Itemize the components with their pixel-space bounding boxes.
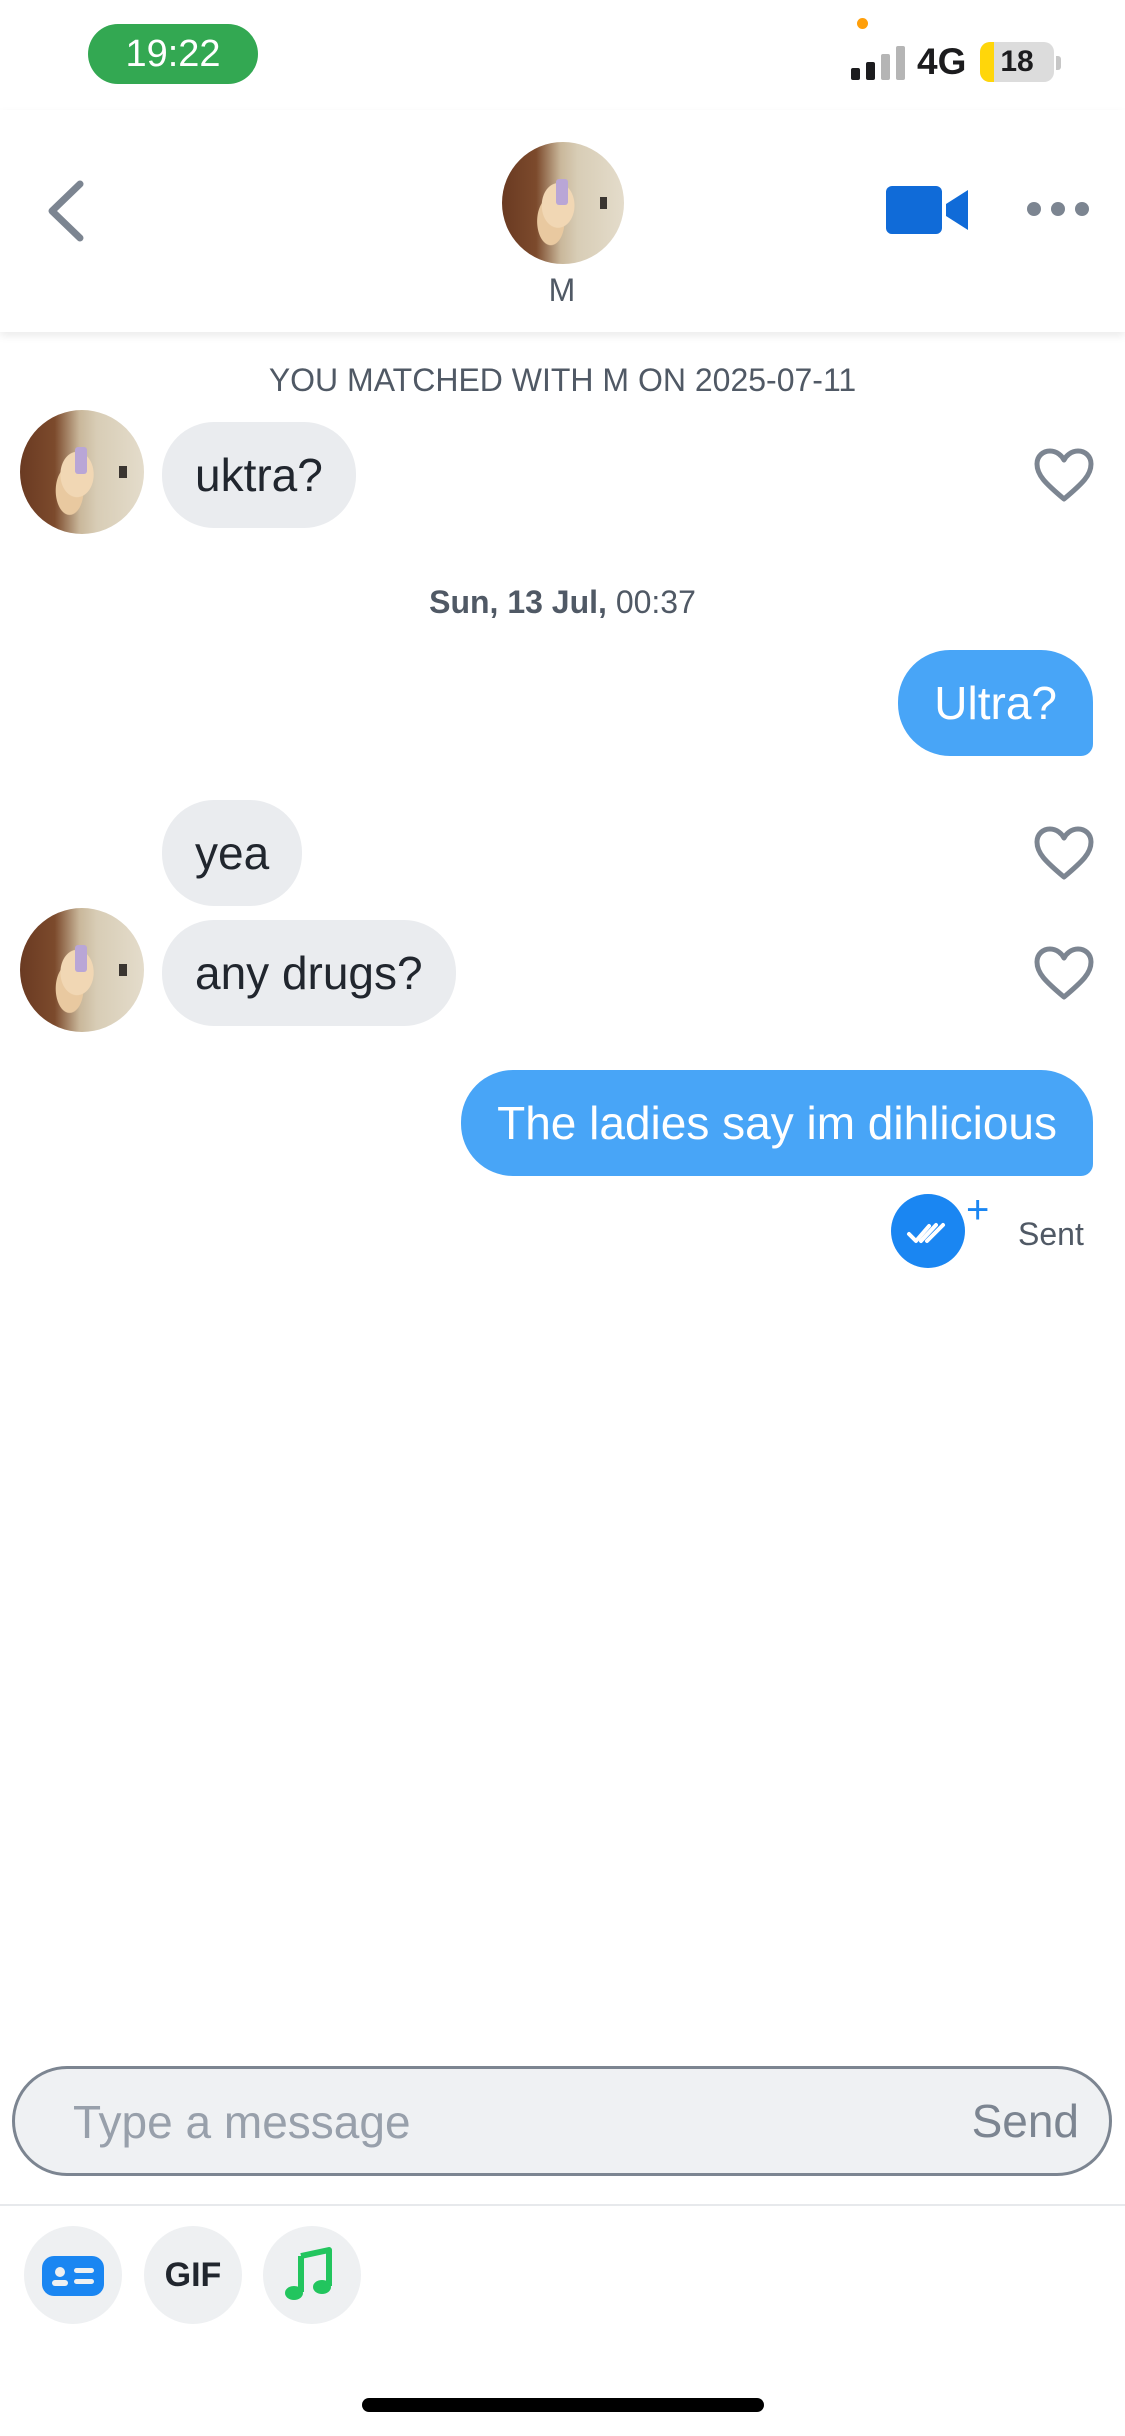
music-button[interactable] bbox=[263, 2226, 361, 2324]
toolbar-divider bbox=[0, 2204, 1125, 2206]
date-separator-day: Sun, 13 Jul, bbox=[429, 584, 607, 620]
heart-icon[interactable] bbox=[1033, 447, 1095, 503]
date-separator-time: 00:37 bbox=[606, 584, 696, 620]
more-horizontal-icon[interactable] bbox=[1025, 196, 1091, 222]
battery-level: 18 bbox=[1000, 45, 1034, 78]
incoming-message[interactable]: yea bbox=[162, 800, 303, 906]
battery-nub bbox=[1056, 56, 1061, 70]
match-avatar[interactable] bbox=[502, 142, 624, 264]
outgoing-message[interactable]: Ultra? bbox=[898, 650, 1093, 756]
sender-avatar[interactable] bbox=[20, 410, 144, 534]
music-note-icon bbox=[285, 2247, 332, 2300]
heart-icon[interactable] bbox=[1033, 825, 1095, 881]
battery-icon: 18 bbox=[980, 42, 1054, 82]
match-notice: YOU MATCHED WITH M ON 2025-07-11 bbox=[268, 362, 857, 398]
id-card-button[interactable] bbox=[24, 2226, 122, 2324]
outgoing-message[interactable]: The ladies say im dihlicious bbox=[461, 1070, 1093, 1176]
send-button[interactable]: Send bbox=[972, 2091, 1079, 2151]
gif-button[interactable]: GIF bbox=[144, 2226, 242, 2324]
message-composer: Send bbox=[12, 2066, 1112, 2176]
cellular-signal-icon bbox=[851, 44, 907, 80]
network-type: 4G bbox=[917, 41, 967, 82]
incoming-message[interactable]: any drugs? bbox=[162, 920, 456, 1026]
status-time: 19:22 bbox=[88, 24, 258, 84]
read-receipt-icon bbox=[891, 1194, 965, 1268]
heart-icon[interactable] bbox=[1033, 945, 1095, 1001]
plus-icon[interactable]: + bbox=[966, 1190, 989, 1230]
id-card-icon bbox=[42, 2256, 104, 2296]
sender-avatar[interactable] bbox=[20, 908, 144, 1032]
match-name[interactable]: M bbox=[512, 272, 612, 309]
privacy-indicator-dot bbox=[857, 18, 868, 29]
double-check-icon bbox=[907, 1223, 945, 1243]
message-status: Sent bbox=[1018, 1216, 1084, 1252]
gif-icon: GIF bbox=[164, 2256, 222, 2294]
video-camera-icon[interactable] bbox=[884, 184, 970, 236]
date-separator: Sun, 13 Jul, 00:37 bbox=[0, 584, 1125, 621]
incoming-message[interactable]: uktra? bbox=[162, 422, 356, 528]
home-indicator[interactable] bbox=[362, 2398, 764, 2412]
chevron-left-icon[interactable] bbox=[40, 176, 96, 246]
message-input[interactable] bbox=[71, 2089, 875, 2155]
